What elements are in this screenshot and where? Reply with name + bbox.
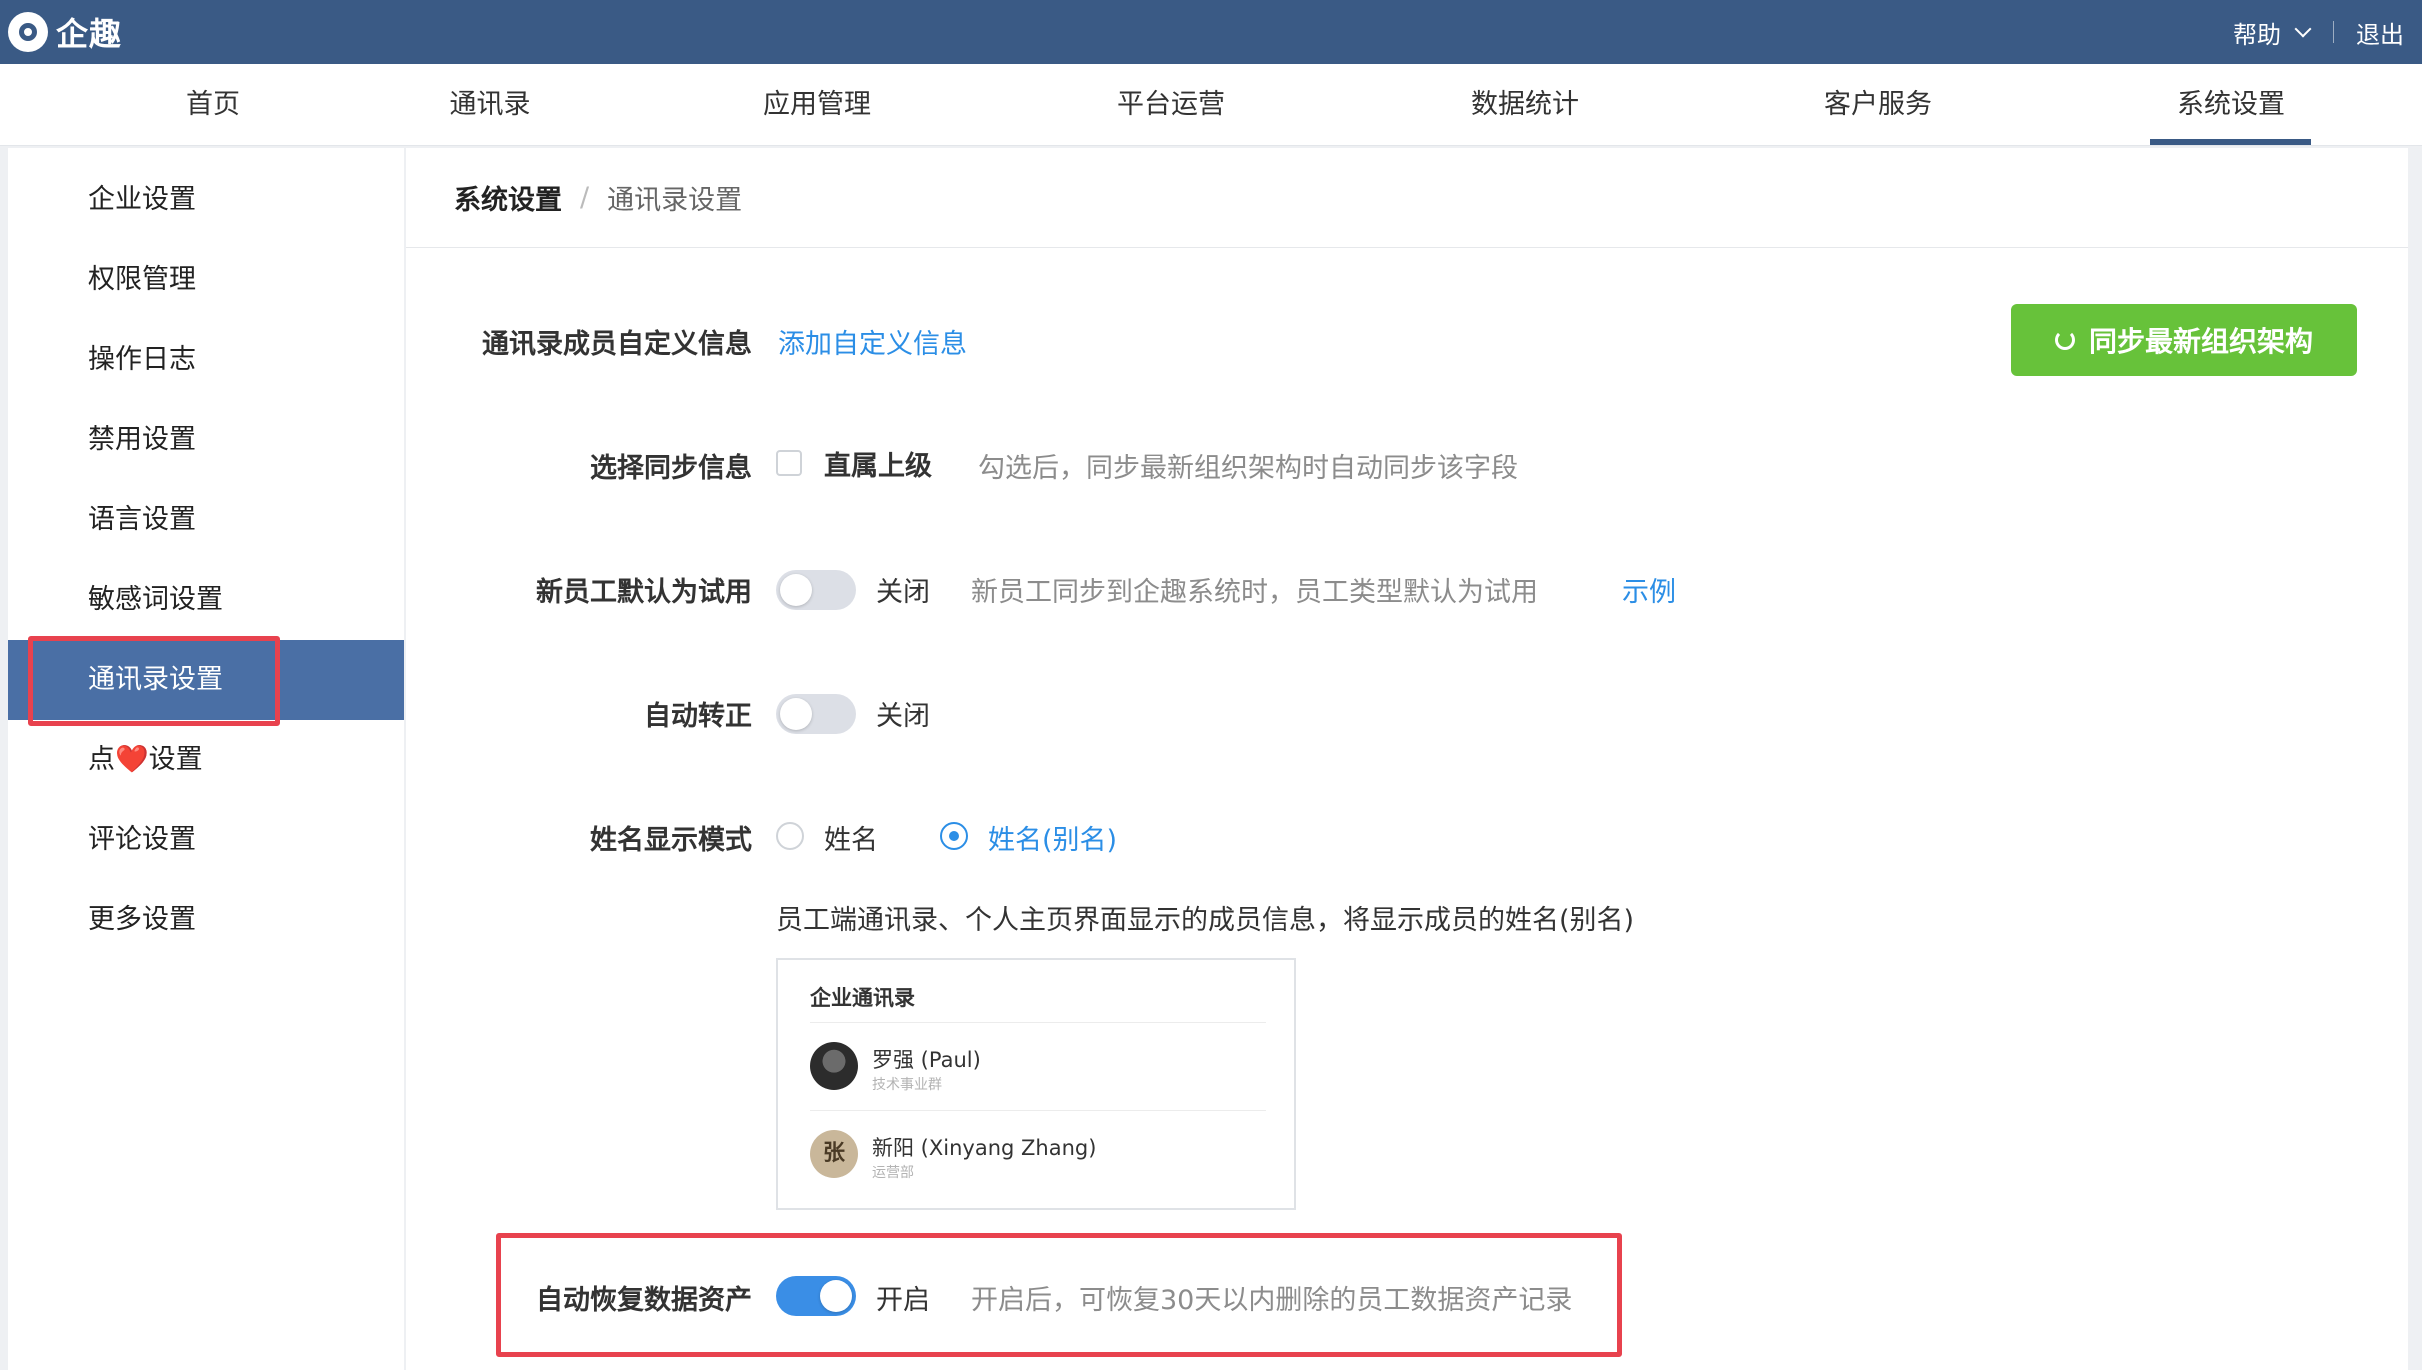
like-label-suffix: 设置 [148,744,203,775]
help-menu[interactable]: 帮助 [2233,15,2312,50]
logout-link[interactable]: 退出 [2356,15,2404,50]
auto-regular-toggle[interactable] [776,694,856,734]
sync-button-label: 同步最新组织架构 [2088,325,2313,358]
sync-info-hint: 勾选后，同步最新组织架构时自动同步该字段 [978,453,1518,484]
trial-default-state: 关闭 [876,577,930,608]
tab-customer-service[interactable]: 客户服务 [1824,64,1932,146]
divider [2333,21,2334,43]
name-mode-label: 姓名显示模式 [590,825,752,856]
sidebar-item-enterprise[interactable]: 企业设置 [8,160,404,240]
divider [810,1110,1266,1111]
tab-contacts[interactable]: 通讯录 [450,64,531,146]
breadcrumb-root[interactable]: 系统设置 [454,178,562,217]
member-dept: 技术事业群 [872,1077,942,1093]
tab-data-statistics[interactable]: 数据统计 [1471,64,1579,146]
trial-default-hint: 新员工同步到企趣系统时，员工类型默认为试用 [971,577,1538,608]
heart-icon: ❤️ [115,744,149,775]
auto-restore-label: 自动恢复数据资产 [536,1285,752,1316]
member-name: 新阳 (Xinyang Zhang) [872,1136,1097,1160]
name-alias-label: 姓名(别名) [988,825,1118,856]
auto-regular-state: 关闭 [876,701,930,732]
tab-home[interactable]: 首页 [186,64,240,146]
breadcrumb-separator: / [580,182,590,213]
name-alias-radio[interactable] [940,822,968,850]
breadcrumb: 系统设置 / 通讯录设置 [406,148,2408,248]
member-dept: 运营部 [872,1165,914,1181]
name-only-label: 姓名 [824,825,878,856]
tab-app-management[interactable]: 应用管理 [763,64,871,146]
sidebar-item-more[interactable]: 更多设置 [8,880,404,960]
example-link[interactable]: 示例 [1622,570,1676,609]
auto-regular-label: 自动转正 [644,701,752,732]
like-label-prefix: 点 [88,744,115,775]
sync-info-label: 选择同步信息 [590,453,752,484]
trial-default-toggle[interactable] [776,570,856,610]
tab-system-settings[interactable]: 系统设置 [2177,64,2285,146]
sidebar-item-contacts-settings[interactable]: 通讯录设置 [8,640,404,720]
main-nav: 首页 通讯录 应用管理 平台运营 数据统计 客户服务 系统设置 [0,64,2422,146]
trial-default-label: 新员工默认为试用 [536,577,752,608]
breadcrumb-current: 通讯录设置 [607,185,743,216]
auto-restore-toggle[interactable] [776,1276,856,1316]
top-right-actions: 帮助 退出 [2233,0,2404,64]
settings-sidebar: 企业设置 权限管理 操作日志 禁用设置 语言设置 敏感词设置 通讯录设置 点❤️… [8,148,404,1370]
sidebar-item-comments[interactable]: 评论设置 [8,800,404,880]
avatar [810,1042,858,1090]
sync-org-button[interactable]: 同步最新组织架构 [2011,304,2357,376]
refresh-icon [2054,330,2075,350]
sidebar-item-operation-log[interactable]: 操作日志 [8,320,404,400]
help-label: 帮助 [2233,20,2281,49]
active-tab-indicator [2150,139,2311,145]
sidebar-item-language[interactable]: 语言设置 [8,480,404,560]
sidebar-item-like-settings[interactable]: 点❤️设置 [8,720,404,800]
logo-icon [8,12,48,52]
direct-superior-checkbox[interactable] [776,450,802,476]
chevron-down-icon [2294,20,2312,38]
add-custom-info-link[interactable]: 添加自定义信息 [778,322,967,361]
name-only-radio[interactable] [776,822,804,850]
name-mode-description: 员工端通讯录、个人主页界面显示的成员信息，将显示成员的姓名(别名) [776,905,1635,936]
auto-restore-state: 开启 [876,1285,930,1316]
sidebar-item-disable[interactable]: 禁用设置 [8,400,404,480]
avatar: 张 [810,1130,858,1178]
main-panel: 系统设置 / 通讯录设置 通讯录成员自定义信息 添加自定义信息 同步最新组织架构… [406,148,2408,1370]
member-name: 罗强 (Paul) [872,1048,981,1072]
app-logo[interactable]: 企趣 [8,10,122,54]
divider [810,1022,1266,1023]
direct-superior-label: 直属上级 [824,451,932,482]
sidebar-item-permissions[interactable]: 权限管理 [8,240,404,320]
auto-restore-hint: 开启后，可恢复30天以内删除的员工数据资产记录 [971,1285,1573,1316]
top-bar: 企趣 帮助 退出 [0,0,2422,64]
sidebar-item-sensitive-words[interactable]: 敏感词设置 [8,560,404,640]
contacts-preview-card: 企业通讯录 罗强 (Paul) 技术事业群 张 新阳 (Xinyang Zhan… [776,958,1296,1210]
app-name: 企趣 [56,15,123,53]
tab-platform-operation[interactable]: 平台运营 [1117,64,1225,146]
preview-title: 企业通讯录 [810,986,915,1010]
custom-info-label: 通讯录成员自定义信息 [482,329,752,360]
